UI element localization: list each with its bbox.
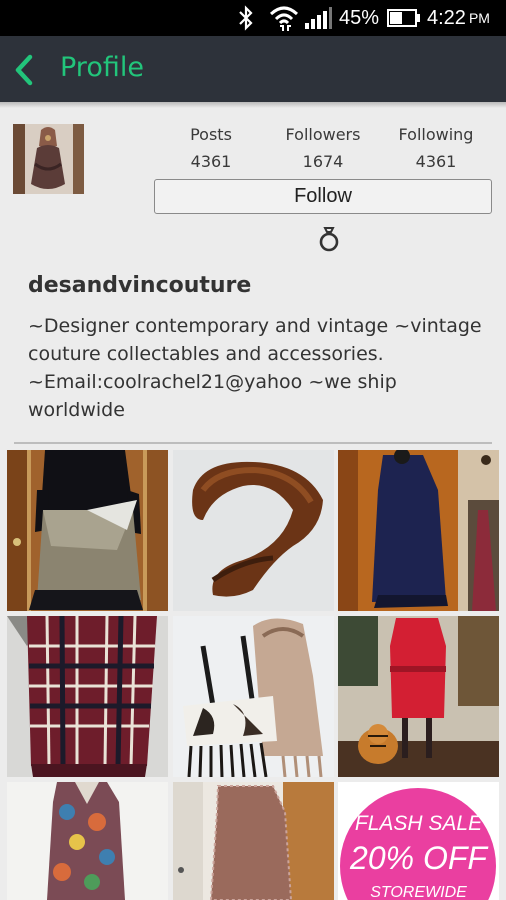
- battery-percent: 45%: [339, 6, 380, 29]
- page-title: Profile: [60, 52, 144, 83]
- grid-photo-lace-dress[interactable]: [173, 782, 334, 900]
- signal-icon: [304, 0, 334, 36]
- stat-label: Posts: [190, 125, 232, 144]
- stat-value: 4361: [190, 152, 232, 171]
- bluetooth-icon: [236, 0, 260, 36]
- grid-photo-navy-coat[interactable]: [338, 450, 499, 611]
- stat-value: 1674: [302, 152, 344, 171]
- back-button[interactable]: [10, 50, 46, 90]
- grid-flash-sale[interactable]: FLASH SALE 20% OFF STOREWIDE: [338, 782, 499, 900]
- stat-label: Following: [398, 125, 474, 144]
- bio: ~Designer contemporary and vintage ~vint…: [28, 315, 482, 421]
- grid-photo-plaid-scarf[interactable]: [7, 616, 168, 777]
- chevron-left-icon: [15, 54, 33, 86]
- wifi-icon: [268, 0, 300, 36]
- clock: 4:22 PM: [427, 0, 490, 36]
- ring-icon[interactable]: [318, 226, 340, 252]
- stat-followers[interactable]: Followers 1674: [268, 124, 378, 174]
- follow-button[interactable]: Follow: [154, 179, 492, 214]
- grid-photo-floral-dress[interactable]: [7, 782, 168, 900]
- battery-icon: [387, 0, 421, 36]
- app-bar-shadow: [0, 102, 506, 108]
- avatar[interactable]: [13, 124, 84, 194]
- flash-sale-line3: STOREWIDE: [370, 884, 467, 900]
- clock-time: 4:22: [427, 6, 466, 29]
- grid-photo-fur-collar[interactable]: [173, 450, 334, 611]
- grid-photo-red-dress[interactable]: [338, 616, 499, 777]
- flash-sale-line2: 20% OFF: [350, 840, 487, 876]
- stat-following[interactable]: Following 4361: [381, 124, 491, 174]
- clock-ampm: PM: [468, 10, 490, 26]
- status-bar: 45% 4:22 PM: [0, 0, 506, 36]
- username: desandvincouture: [28, 273, 252, 298]
- grid-photo-fringe-bags[interactable]: [173, 616, 334, 777]
- grid-photo-dress[interactable]: [7, 450, 168, 611]
- stat-value: 4361: [415, 152, 457, 171]
- flash-sale-line1: FLASH SALE: [354, 812, 483, 835]
- app-bar: Profile: [0, 36, 506, 102]
- stat-posts[interactable]: Posts 4361: [156, 124, 266, 174]
- stat-label: Followers: [285, 125, 361, 144]
- divider: [14, 442, 492, 444]
